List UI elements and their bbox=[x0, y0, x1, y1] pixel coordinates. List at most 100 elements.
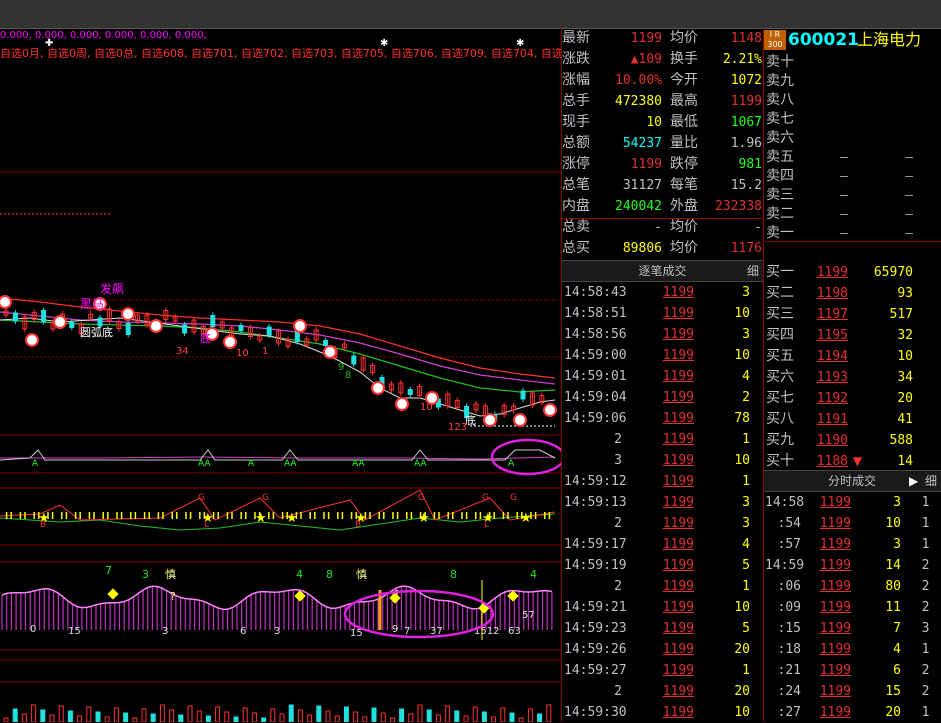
minute-volume: 4 bbox=[893, 642, 901, 657]
ask-label: 卖十 bbox=[766, 54, 794, 70]
osc1-label: AA bbox=[284, 459, 297, 469]
minute-row[interactable]: :06 1199 80 2 bbox=[763, 576, 941, 597]
tick-time: 14:59:21 bbox=[564, 600, 627, 615]
tick-row[interactable]: 14:59:06 1199 78 bbox=[562, 408, 763, 429]
tick-row[interactable]: 14:59:27 1199 1 bbox=[562, 660, 763, 681]
bid-level[interactable]: 买九 1190 588 bbox=[763, 430, 941, 451]
volume-bar bbox=[288, 704, 294, 722]
volume-bar bbox=[205, 715, 211, 722]
tick-header[interactable]: 逐笔成交 细 bbox=[562, 260, 763, 282]
ask-level[interactable]: 卖四 – – bbox=[763, 166, 941, 187]
tick-row[interactable]: 14:58:56 1199 3 bbox=[562, 324, 763, 345]
ask-level[interactable]: 卖三 – – bbox=[763, 185, 941, 206]
volume-bar bbox=[481, 711, 487, 722]
tick-row[interactable]: 14:59:19 1199 5 bbox=[562, 555, 763, 576]
tick-row[interactable]: 14:59:00 1199 10 bbox=[562, 345, 763, 366]
bid-level[interactable]: 买六 1193 34 bbox=[763, 367, 941, 388]
signal-circle-icon bbox=[293, 319, 307, 333]
tick-row[interactable]: 2 1199 1 bbox=[562, 576, 763, 597]
tick-row[interactable]: 14:58:43 1199 3 bbox=[562, 282, 763, 303]
minute-time: :57 bbox=[777, 537, 801, 552]
quote-row: 涨停 1199 跌停 981 bbox=[562, 154, 763, 175]
tick-detail-button[interactable]: 细 bbox=[747, 261, 759, 281]
bid-level[interactable]: 买三 1197 517 bbox=[763, 304, 941, 325]
minute-row[interactable]: :54 1199 10 1 bbox=[763, 513, 941, 534]
bid-level[interactable]: 买七 1192 20 bbox=[763, 388, 941, 409]
minute-time: 14:59 bbox=[765, 558, 805, 573]
quote-label: 总额 bbox=[562, 135, 590, 151]
ask-level[interactable]: 卖九 bbox=[763, 71, 941, 92]
bid-level[interactable]: 买八 1191 41 bbox=[763, 409, 941, 430]
tick-row[interactable]: 14:58:51 1199 10 bbox=[562, 303, 763, 324]
marker-star: ✚ bbox=[45, 38, 53, 49]
quote-label: 涨停 bbox=[562, 156, 590, 172]
candle-body bbox=[323, 340, 329, 346]
osc3-label: 7 bbox=[105, 564, 112, 577]
signal-circle-icon bbox=[371, 381, 385, 395]
stock-header[interactable]: I R 300 600021 上海电力 bbox=[763, 28, 941, 52]
ask-label: 卖九 bbox=[766, 73, 794, 89]
volume-bar bbox=[297, 709, 303, 722]
tick-row[interactable]: 3 1199 10 bbox=[562, 450, 763, 471]
minute-volume: 10 bbox=[885, 516, 901, 531]
tick-row[interactable]: 2 1199 1 bbox=[562, 429, 763, 450]
ask-price: – bbox=[840, 150, 848, 165]
ask-level[interactable]: 卖八 bbox=[763, 90, 941, 111]
tick-row[interactable]: 2 1199 3 bbox=[562, 513, 763, 534]
tick-row[interactable]: 14:59:26 1199 20 bbox=[562, 639, 763, 660]
quote-value: 1148 bbox=[730, 31, 762, 46]
tick-price: 1199 bbox=[662, 516, 694, 531]
ask-level[interactable]: 卖二 – – bbox=[763, 204, 941, 225]
bid-level[interactable]: 买四 1195 32 bbox=[763, 325, 941, 346]
tick-row[interactable]: 14:59:23 1199 5 bbox=[562, 618, 763, 639]
tick-row[interactable]: 14:59:30 1199 10 bbox=[562, 702, 763, 723]
quote-row: 总买 89806 均价 1176 bbox=[562, 238, 763, 259]
tick-price: 1199 bbox=[662, 558, 694, 573]
minute-row[interactable]: 14:58 1199 3 1 bbox=[763, 492, 941, 513]
bid-level[interactable]: 买一 1199 65970 bbox=[763, 262, 941, 283]
minute-detail-button[interactable]: 细 bbox=[925, 471, 937, 491]
minute-arrow-button[interactable]: ▶ bbox=[909, 471, 918, 491]
minute-row[interactable]: :18 1199 4 1 bbox=[763, 639, 941, 660]
minute-row[interactable]: :15 1199 7 3 bbox=[763, 618, 941, 639]
tick-price: 1199 bbox=[662, 663, 694, 678]
tick-row[interactable]: 14:59:01 1199 4 bbox=[562, 366, 763, 387]
tick-row[interactable]: 14:59:12 1199 1 bbox=[562, 471, 763, 492]
volume-bar bbox=[491, 716, 497, 722]
minute-count: 3 bbox=[921, 621, 930, 636]
tick-row[interactable]: 2 1199 20 bbox=[562, 681, 763, 702]
ask-level[interactable]: 卖六 bbox=[763, 128, 941, 149]
bid-label: 买四 bbox=[766, 327, 794, 343]
signal-circle-icon bbox=[395, 397, 409, 411]
minute-count: 2 bbox=[921, 558, 930, 573]
minute-header[interactable]: 分时成交 ▶ 细 bbox=[763, 470, 941, 492]
stock-code: 600021 bbox=[788, 30, 859, 50]
ask-label: 卖五 bbox=[766, 149, 794, 165]
minute-row[interactable]: :21 1199 6 2 bbox=[763, 660, 941, 681]
tick-row[interactable]: 14:59:13 1199 3 bbox=[562, 492, 763, 513]
volume-bar bbox=[343, 706, 349, 722]
ask-level[interactable]: 卖十 bbox=[763, 52, 941, 73]
tick-price: 1199 bbox=[662, 474, 694, 489]
quote-value: - bbox=[754, 220, 762, 235]
minute-row[interactable]: :57 1199 3 1 bbox=[763, 534, 941, 555]
minute-row[interactable]: 14:59 1199 14 2 bbox=[763, 555, 941, 576]
ask-level[interactable]: 卖七 bbox=[763, 109, 941, 130]
minute-row[interactable]: :09 1199 11 2 bbox=[763, 597, 941, 618]
tick-volume: 4 bbox=[742, 369, 750, 384]
minute-row[interactable]: :24 1199 15 2 bbox=[763, 681, 941, 702]
label-9: 9 bbox=[338, 362, 344, 373]
kline-chart-area[interactable]: 0.000, 0.000, 0.000, 0.000, 0.000, 0.000… bbox=[0, 28, 561, 722]
tick-row[interactable]: 14:59:21 1199 10 bbox=[562, 597, 763, 618]
tick-price: 1199 bbox=[662, 684, 694, 699]
minute-count: 1 bbox=[921, 705, 930, 720]
minute-row[interactable]: :27 1199 20 1 bbox=[763, 702, 941, 723]
volume-bar bbox=[399, 708, 405, 722]
tick-row[interactable]: 14:59:04 1199 2 bbox=[562, 387, 763, 408]
quote-panel: 最新 1199 均价 1148 涨跌 ▲109 换手 2.21% 涨幅 10.00% 今开 1072 总… bbox=[562, 28, 763, 262]
tick-row[interactable]: 14:59:17 1199 4 bbox=[562, 534, 763, 555]
ask-level[interactable]: 卖五 – – bbox=[763, 147, 941, 168]
bid-level[interactable]: 买十 1188 ▼ 14 bbox=[763, 451, 941, 472]
bid-level[interactable]: 买五 1194 10 bbox=[763, 346, 941, 367]
bid-level[interactable]: 买二 1198 93 bbox=[763, 283, 941, 304]
